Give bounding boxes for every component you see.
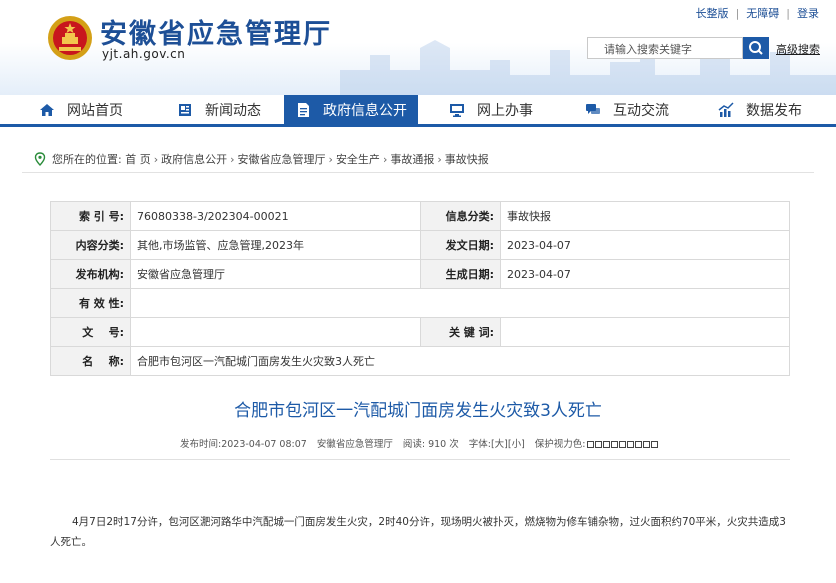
- nav-item-data-release[interactable]: 数据发布: [704, 95, 816, 127]
- eye-color-option[interactable]: [602, 441, 610, 448]
- view-count: 910: [428, 439, 447, 450]
- topic-value: 其他,市场监管、应急管理,2023年: [130, 230, 421, 260]
- chat-icon: [586, 104, 600, 114]
- site-header: 安徽省应急管理厅 yjt.ah.gov.cn 长整版 | 无障碍 | 登录 请输入搜索关…: [0, 0, 836, 95]
- name-value: 合肥市包河区一汽配城门面房发生火灾致3人死亡: [130, 346, 790, 376]
- search-button[interactable]: [743, 37, 769, 59]
- font-small-button[interactable]: [小]: [508, 439, 525, 450]
- eye-color-option[interactable]: [634, 441, 642, 448]
- login-link[interactable]: 登录: [797, 7, 819, 20]
- breadcrumb-home[interactable]: 首 页: [125, 153, 151, 166]
- category-label: 信息分类:: [420, 201, 501, 231]
- search-input[interactable]: 请输入搜索关键字: [587, 37, 743, 59]
- divider: [22, 172, 814, 173]
- national-emblem-icon: [48, 16, 92, 60]
- publish-time: 2023-04-07 08:07: [221, 439, 307, 450]
- org-label: 发布机构:: [50, 259, 131, 289]
- eye-color-option[interactable]: [586, 441, 594, 448]
- advanced-search-link[interactable]: 高级搜索: [776, 41, 820, 57]
- date-value: 2023-04-07: [500, 230, 790, 260]
- date-label: 发文日期:: [420, 230, 501, 260]
- breadcrumb-accident-flash[interactable]: 事故快报: [445, 153, 489, 166]
- article-body: 4月7日2时17分许，包河区淝河路华中汽配城一门面房发生火灾，2时40分许，现场…: [50, 516, 786, 548]
- eye-color-option[interactable]: [650, 441, 658, 448]
- nav-item-online-service[interactable]: 网上办事: [432, 95, 550, 127]
- breadcrumb-safety[interactable]: 安全生产: [336, 153, 380, 166]
- breadcrumb-gov-info[interactable]: 政府信息公开: [161, 153, 227, 166]
- category-value: 事故快报: [500, 201, 790, 231]
- news-icon: [179, 104, 191, 116]
- long-version-link[interactable]: 长整版: [696, 7, 729, 20]
- breadcrumb-department[interactable]: 安徽省应急管理厅: [238, 153, 326, 166]
- accessibility-link[interactable]: 无障碍: [746, 7, 779, 20]
- info-meta-table: 索 引 号: 76080338-3/202304-00021 信息分类: 事故快…: [50, 201, 790, 376]
- site-domain: yjt.ah.gov.cn: [102, 47, 186, 61]
- eye-color-option[interactable]: [594, 441, 602, 448]
- eye-color-option[interactable]: [610, 441, 618, 448]
- effect-date-label: 生成日期:: [420, 259, 501, 289]
- article-source: 安徽省应急管理厅: [316, 439, 393, 450]
- nav-item-gov-info[interactable]: 政府信息公开: [284, 95, 418, 127]
- eye-color-option[interactable]: [626, 441, 634, 448]
- location-pin-icon: [34, 152, 46, 166]
- nav-item-interaction[interactable]: 互动交流: [568, 95, 686, 127]
- topic-label: 内容分类:: [50, 230, 131, 260]
- monitor-icon: [450, 104, 464, 117]
- divider: [50, 459, 790, 460]
- keywords-value: [500, 317, 790, 347]
- document-icon: [298, 103, 309, 117]
- search-icon: [749, 41, 763, 55]
- nav-item-home[interactable]: 网站首页: [22, 95, 140, 127]
- article-title: 合肥市包河区一汽配城门面房发生火灾致3人死亡: [234, 401, 602, 421]
- effect-date-value: 2023-04-07: [500, 259, 790, 289]
- site-title: 安徽省应急管理厅: [100, 19, 332, 50]
- nav-item-news[interactable]: 新闻动态: [160, 95, 278, 127]
- article-info-bar: 发布时间:2023-04-07 08:07 安徽省应急管理厅 阅读: 910 次字体…: [180, 436, 658, 450]
- font-large-button[interactable]: [大]: [491, 439, 508, 450]
- chart-icon: [718, 102, 734, 117]
- name-label: 名 称:: [50, 346, 131, 376]
- home-icon: [40, 104, 54, 116]
- org-value: 安徽省应急管理厅: [130, 259, 421, 289]
- index-value: 76080338-3/202304-00021: [130, 201, 421, 231]
- main-nav: 网站首页 新闻动态 政府信息公开 网上办事 互动交流 数据发布: [0, 95, 836, 127]
- keywords-label: 关 键 词:: [420, 317, 501, 347]
- validity-label: 有 效 性:: [50, 288, 131, 318]
- index-label: 索 引 号:: [50, 201, 131, 231]
- top-links: 长整版 | 无障碍 | 登录: [695, 7, 819, 20]
- eye-color-option[interactable]: [618, 441, 626, 448]
- docno-label: 文 号:: [50, 317, 131, 347]
- breadcrumb-accident-report[interactable]: 事故通报: [390, 153, 434, 166]
- validity-value: [130, 288, 790, 318]
- eye-color-option[interactable]: [642, 441, 650, 448]
- docno-value: [130, 317, 421, 347]
- breadcrumb: 您所在的位置: 首 页 › 政府信息公开 › 安徽省应急管理厅 › 安全生产 › 事故通报 › 事故…: [34, 151, 489, 167]
